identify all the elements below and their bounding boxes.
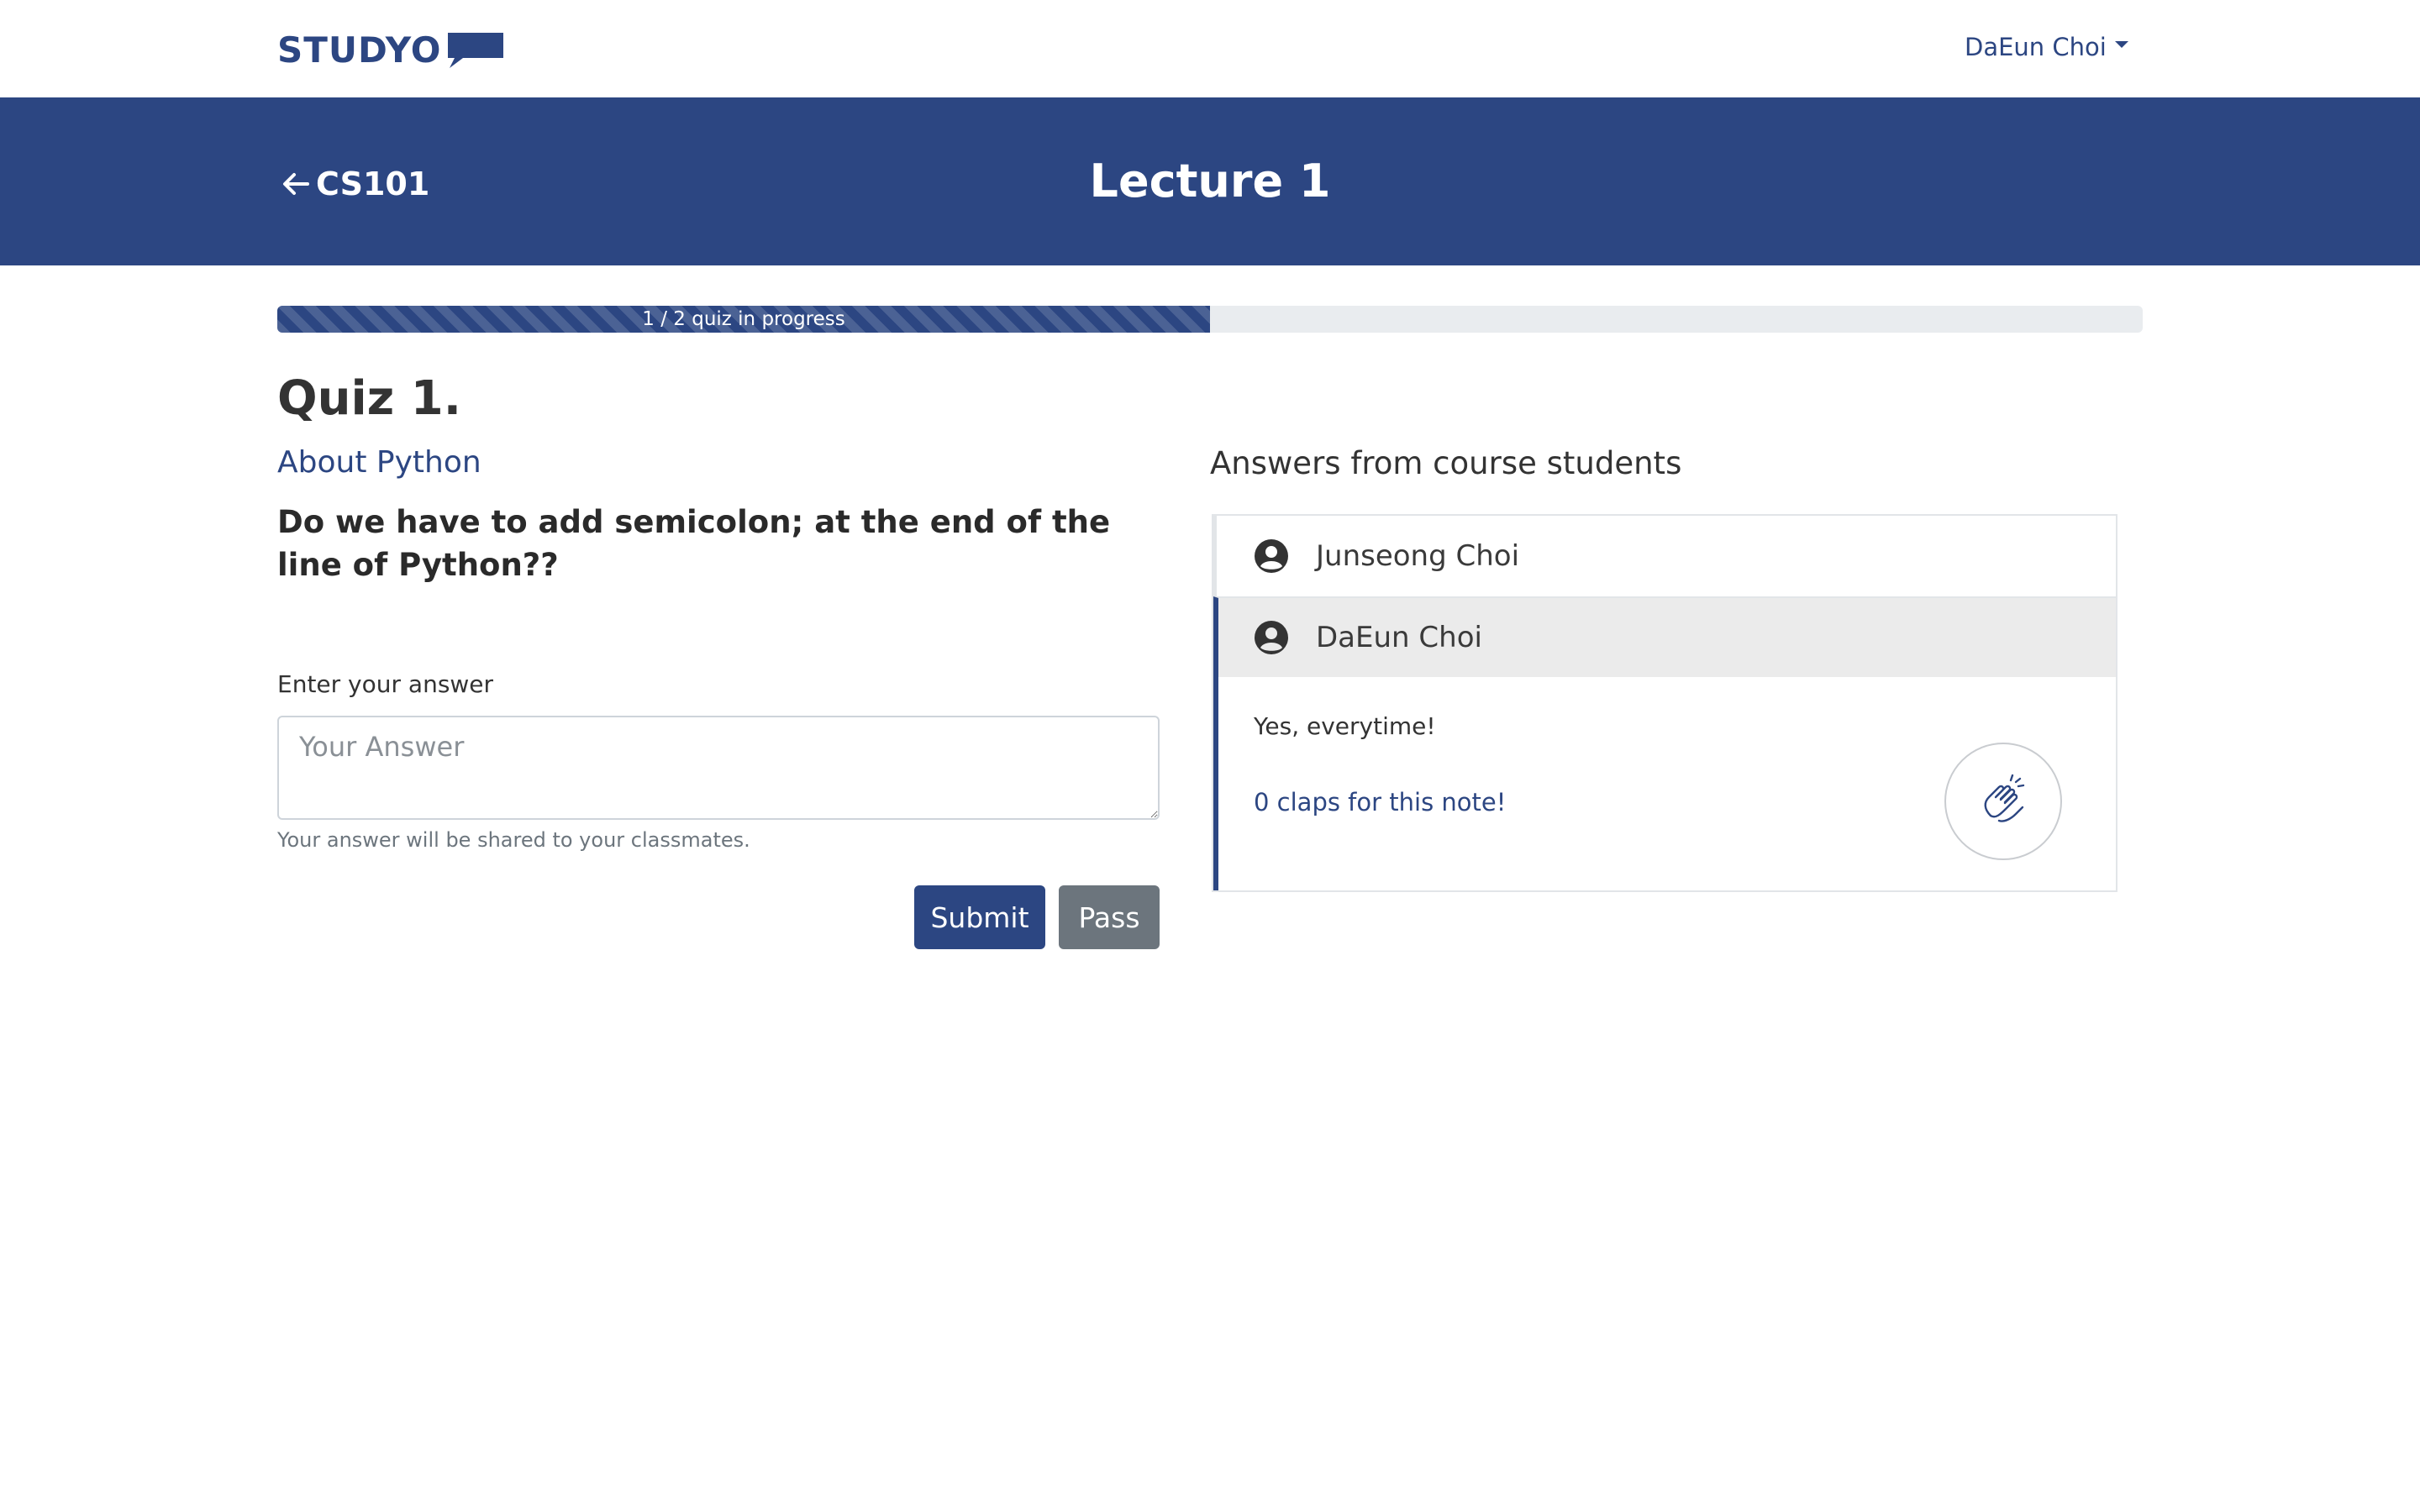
- clap-button[interactable]: [1944, 743, 2062, 860]
- answer-input[interactable]: [277, 716, 1160, 820]
- progress-label: 1 / 2 quiz in progress: [642, 308, 845, 330]
- quiz-progress-bar: 1 / 2 quiz in progress: [277, 306, 2143, 333]
- answer-list-item-selected[interactable]: DaEun Choi: [1213, 596, 2116, 677]
- answer-author-name: Junseong Choi: [1316, 539, 1520, 573]
- quiz-title: Quiz 1.: [277, 371, 461, 426]
- top-navbar: STUDYO DaEun Choi: [0, 0, 2420, 97]
- lecture-header: CS101 Lecture 1: [0, 97, 2420, 265]
- quiz-topic: About Python: [277, 445, 481, 480]
- answers-heading: Answers from course students: [1210, 445, 1682, 481]
- user-circle-icon: [1255, 621, 1288, 654]
- answer-list-item[interactable]: Junseong Choi: [1213, 516, 2116, 596]
- pass-button[interactable]: Pass: [1059, 885, 1160, 949]
- answers-list: Junseong Choi DaEun Choi Yes, everytime!…: [1212, 514, 2118, 892]
- answer-detail: Yes, everytime! 0 claps for this note!: [1213, 677, 2116, 890]
- speech-bubble-icon: [448, 33, 504, 68]
- user-name: DaEun Choi: [1965, 33, 2107, 61]
- answer-author-name: DaEun Choi: [1316, 621, 1482, 654]
- studyo-logo[interactable]: STUDYO: [277, 29, 505, 71]
- user-circle-icon: [1255, 539, 1288, 573]
- logo-text: STUDYO: [277, 29, 442, 71]
- submit-button[interactable]: Submit: [914, 885, 1045, 949]
- progress-fill: 1 / 2 quiz in progress: [277, 306, 1210, 333]
- clap-hands-icon: [1984, 774, 2025, 822]
- quiz-question: Do we have to add semicolon; at the end …: [277, 504, 1111, 583]
- user-menu-dropdown[interactable]: DaEun Choi: [1965, 30, 2128, 64]
- answer-label: Enter your answer: [277, 670, 494, 698]
- answer-text: Yes, everytime!: [1254, 712, 1436, 740]
- lecture-title: Lecture 1: [1089, 155, 1331, 207]
- claps-count-text: 0 claps for this note!: [1254, 788, 1507, 816]
- answer-help-text: Your answer will be shared to your class…: [277, 828, 750, 852]
- caret-down-icon: [2114, 41, 2128, 48]
